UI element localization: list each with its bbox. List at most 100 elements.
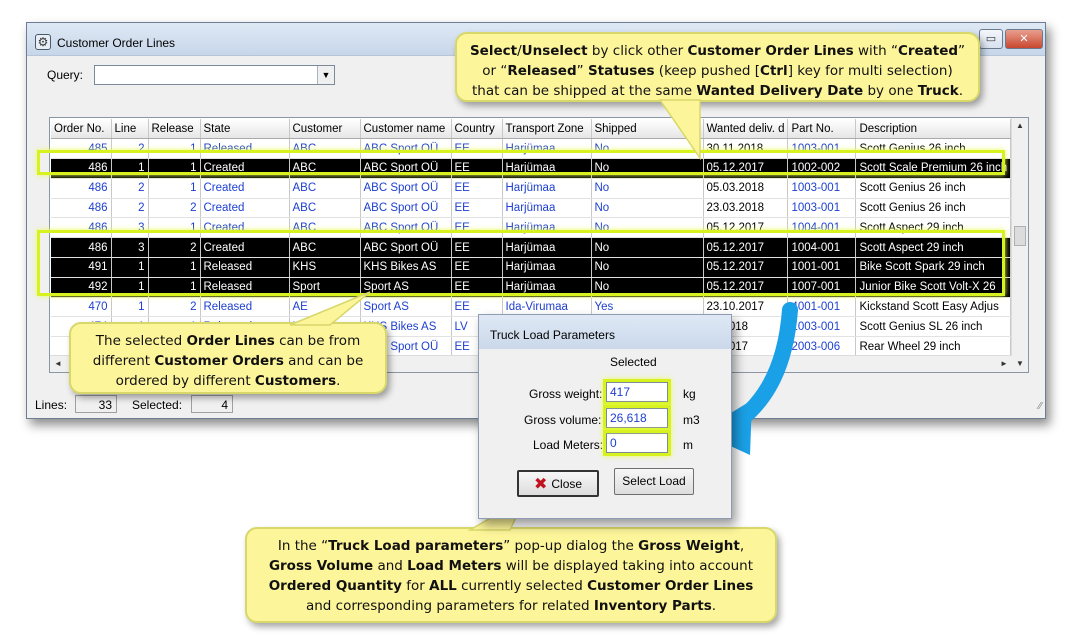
cell-country[interactable]: EE (451, 277, 503, 298)
cell-zone[interactable]: Harjümaa (502, 217, 592, 239)
cell-desc[interactable]: Kickstand Scott Easy Adjus (855, 297, 1012, 318)
cell-order[interactable]: 486 (51, 158, 112, 179)
cell-zone[interactable]: Harjümaa (502, 237, 592, 259)
cell-state[interactable]: Created (200, 198, 290, 219)
cell-name[interactable]: ABC Sport OÜ (360, 178, 452, 199)
cell-state[interactable]: Released (200, 257, 290, 278)
cell-line[interactable]: 1 (111, 297, 149, 318)
cell-line[interactable]: 1 (111, 277, 149, 298)
chevron-down-icon[interactable]: ▼ (317, 66, 334, 84)
cell-part[interactable]: 1002-002 (787, 158, 857, 179)
table-row[interactable]: 485 2 1 Released ABC ABC Sport OÜ EE Harjümaa No… (51, 138, 1012, 160)
cell-state[interactable]: Released (200, 277, 290, 298)
cell-country[interactable]: EE (451, 178, 503, 199)
cell-line[interactable]: 3 (111, 237, 149, 259)
cell-date[interactable]: 23.03.2018 (703, 198, 789, 219)
gross-weight-field[interactable]: 417 (606, 382, 668, 402)
cell-date[interactable]: 05.12.2017 (703, 277, 789, 298)
cell-desc[interactable]: Scott Genius SL 26 inch (855, 316, 1012, 338)
scroll-left-icon[interactable]: ◄ (50, 356, 66, 372)
scroll-right-icon[interactable]: ► (996, 356, 1012, 372)
select-load-button[interactable]: Select Load (614, 468, 694, 495)
column-header[interactable]: Shipped (591, 119, 704, 140)
cell-customer[interactable]: ABC (289, 237, 361, 259)
vertical-scrollbar[interactable]: ▲ ▼ (1011, 118, 1028, 372)
cell-desc[interactable]: Rear Wheel 29 inch (855, 336, 1012, 358)
cell-date[interactable]: 05.12.2017 (703, 217, 789, 239)
table-row[interactable]: 486 3 1 Created ABC ABC Sport OÜ EE Harjümaa No 0… (51, 217, 1012, 239)
cell-zone[interactable]: Harjümaa (502, 198, 592, 219)
scroll-down-icon[interactable]: ▼ (1012, 356, 1028, 372)
cell-country[interactable]: EE (451, 198, 503, 219)
load-meters-field[interactable]: 0 (606, 433, 668, 453)
cell-shipped[interactable]: No (591, 277, 704, 298)
column-header[interactable]: Part No. (787, 119, 857, 140)
cell-part[interactable]: 1003-001 (787, 198, 857, 219)
cell-name[interactable]: ABC Sport OÜ (360, 217, 452, 239)
cell-part[interactable]: 1007-001 (787, 277, 857, 298)
table-row[interactable]: 486 2 2 Created ABC ABC Sport OÜ EE Harjümaa No 2… (51, 198, 1012, 219)
cell-shipped[interactable]: No (591, 198, 704, 219)
cell-release[interactable]: 1 (148, 257, 201, 278)
cell-line[interactable]: 1 (111, 158, 149, 179)
cell-desc[interactable]: Scott Aspect 29 inch (855, 217, 1012, 239)
table-row[interactable]: 491 1 1 Released KHS KHS Bikes AS EE Harjümaa No… (51, 257, 1012, 278)
column-header[interactable]: Country (451, 119, 503, 140)
resize-grip-icon[interactable]: ⁄⁄ (1039, 401, 1042, 412)
cell-line[interactable]: 2 (111, 138, 149, 160)
cell-country[interactable]: EE (451, 158, 503, 179)
cell-zone[interactable]: Harjümaa (502, 158, 592, 179)
cell-order[interactable]: 486 (51, 217, 112, 239)
cell-desc[interactable]: Junior Bike Scott Volt-X 26 (855, 277, 1012, 298)
cell-order[interactable]: 486 (51, 178, 112, 199)
table-row[interactable]: 492 1 1 Released Sport Sport AS EE Harjümaa No 05… (51, 277, 1012, 298)
cell-shipped[interactable]: No (591, 158, 704, 179)
cell-name[interactable]: Sport AS (360, 277, 452, 298)
cell-country[interactable]: EE (451, 138, 503, 160)
cell-order[interactable]: 492 (51, 277, 112, 298)
cell-zone[interactable]: Harjümaa (502, 277, 592, 298)
cell-name[interactable]: KHS Bikes AS (360, 257, 452, 278)
close-button[interactable]: ✖ Close (517, 470, 599, 497)
cell-country[interactable]: EE (451, 257, 503, 278)
column-header[interactable]: Description (855, 119, 1012, 140)
cell-shipped[interactable]: No (591, 138, 704, 160)
cell-release[interactable]: 2 (148, 237, 201, 259)
cell-zone[interactable]: Harjümaa (502, 138, 592, 160)
cell-order[interactable]: 485 (51, 138, 112, 160)
cell-part[interactable]: 1004-001 (787, 217, 857, 239)
scroll-thumb[interactable] (1014, 226, 1026, 246)
cell-state[interactable]: Created (200, 158, 290, 179)
cell-line[interactable]: 2 (111, 198, 149, 219)
cell-release[interactable]: 1 (148, 217, 201, 239)
query-combobox[interactable]: ▼ (94, 65, 335, 85)
gross-volume-field[interactable]: 26,618 (606, 408, 668, 428)
cell-customer[interactable]: AE (289, 297, 361, 318)
cell-name[interactable]: ABC Sport OÜ (360, 138, 452, 160)
cell-state[interactable]: Created (200, 237, 290, 259)
cell-name[interactable]: ABC Sport OÜ (360, 237, 452, 259)
cell-name[interactable]: Sport AS (360, 297, 452, 318)
scroll-up-icon[interactable]: ▲ (1012, 118, 1028, 134)
cell-shipped[interactable]: No (591, 237, 704, 259)
table-row[interactable]: 486 2 1 Created ABC ABC Sport OÜ EE Harjümaa No 0… (51, 178, 1012, 199)
cell-customer[interactable]: ABC (289, 178, 361, 199)
cell-release[interactable]: 1 (148, 277, 201, 298)
cell-date[interactable]: 30.11.2018 (703, 138, 789, 160)
cell-line[interactable]: 3 (111, 217, 149, 239)
close-window-button[interactable]: ✕ (1005, 29, 1043, 49)
cell-desc[interactable]: Scott Aspect 29 inch (855, 237, 1012, 259)
cell-desc[interactable]: Scott Genius 26 inch (855, 198, 1012, 219)
table-row[interactable]: 486 3 2 Created ABC ABC Sport OÜ EE Harjümaa No 0… (51, 237, 1012, 259)
restore-button[interactable]: ▭ (979, 29, 1003, 49)
cell-customer[interactable]: ABC (289, 138, 361, 160)
cell-desc[interactable]: Scott Genius 26 inch (855, 178, 1012, 199)
cell-order[interactable]: 486 (51, 237, 112, 259)
cell-part[interactable]: 1003-001 (787, 316, 857, 338)
cell-state[interactable]: Released (200, 297, 290, 318)
cell-part[interactable]: 2003-006 (787, 336, 857, 358)
cell-customer[interactable]: Sport (289, 277, 361, 298)
cell-desc[interactable]: Scott Genius 26 inch (855, 138, 1012, 160)
cell-date[interactable]: 05.12.2017 (703, 158, 789, 179)
table-row[interactable]: 486 1 1 Created ABC ABC Sport OÜ EE Harjümaa No 0… (51, 158, 1012, 179)
